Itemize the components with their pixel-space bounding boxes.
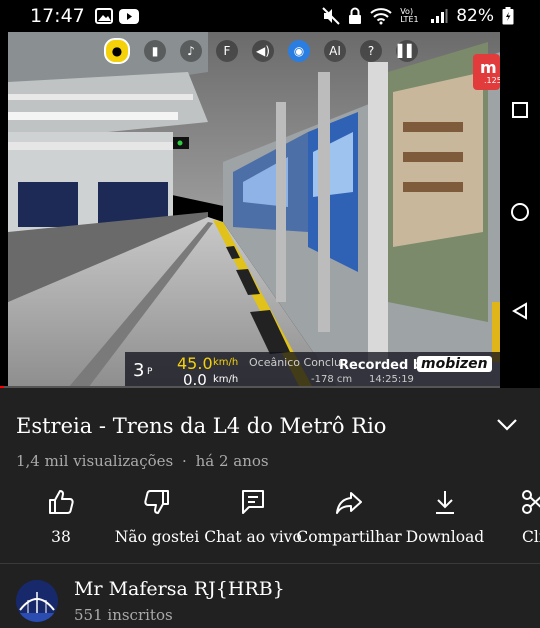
thumbs-up-icon — [49, 490, 74, 514]
hud-camera-button[interactable]: ◉ — [288, 40, 310, 62]
recent-apps-icon[interactable] — [512, 102, 528, 118]
scissors-icon — [522, 490, 540, 514]
thumbs-down-icon — [144, 490, 169, 514]
video-progress-bar[interactable] — [0, 386, 540, 388]
home-icon[interactable] — [510, 202, 530, 222]
status-bar: 17:47 Vo) LTE1 82% — [0, 0, 540, 32]
subscriber-count: 551 inscritos — [74, 606, 173, 624]
chat-label: Chat ao vivo — [204, 528, 302, 546]
lock-icon — [349, 7, 362, 24]
chat-icon — [242, 490, 264, 514]
download-icon — [436, 491, 454, 514]
corner-badge-text: m — [480, 58, 497, 77]
distance-readout: -178 cm — [311, 374, 353, 385]
hud-ai-button[interactable]: AI — [324, 40, 346, 62]
clock-readout: 14:25:19 — [369, 374, 414, 385]
download-label: Download — [405, 528, 485, 546]
hud-bell-icon[interactable]: ♪ — [180, 40, 202, 62]
share-button[interactable]: Compartilhar — [296, 488, 402, 546]
game-hud-toolbar: ● ▮ ♪ F ◀) ◉ AI ? ▌▌ — [104, 38, 418, 64]
section-divider — [0, 563, 540, 564]
corner-badge-sub: .125 — [484, 76, 500, 85]
speed-unit: km/h — [213, 357, 239, 368]
share-label: Compartilhar — [296, 528, 402, 546]
share-icon — [336, 492, 362, 514]
hud-help-button[interactable]: ? — [360, 40, 382, 62]
video-meta: 1,4 mil visualizações · há 2 anos — [16, 452, 269, 470]
hud-phone-button[interactable]: ▮ — [144, 40, 166, 62]
video-player[interactable]: ● ▮ ♪ F ◀) ◉ AI ? ▌▌ m .125 3 P 45.0 km/… — [0, 32, 540, 388]
video-frame: ● ▮ ♪ F ◀) ◉ AI ? ▌▌ m .125 3 P 45.0 km/… — [8, 32, 500, 388]
mute-icon — [322, 7, 340, 25]
action-row: 38 Não gostei Chat ao vivo Compartilhar … — [0, 488, 540, 552]
channel-name[interactable]: Mr Mafersa RJ{HRB} — [74, 578, 285, 600]
battery-percent: 82% — [456, 6, 494, 26]
train-dashboard: 3 P 45.0 km/h 0.0 km/h Oceânico Conclu -… — [125, 352, 500, 388]
view-count: 1,4 mil visualizações — [16, 452, 174, 470]
signal-icon — [431, 9, 448, 23]
hud-pause-button[interactable]: ▌▌ — [396, 40, 418, 62]
station-name: Oceânico Conclu — [249, 356, 341, 369]
clip-label: Cli — [522, 528, 540, 546]
video-title[interactable]: Estreia - Trens da L4 do Metrô Rio — [16, 414, 386, 438]
battery-icon — [502, 7, 514, 25]
speed2-unit: km/h — [213, 374, 239, 385]
status-notification-icons — [94, 8, 139, 24]
clip-button[interactable]: Cli — [520, 488, 540, 546]
back-icon[interactable] — [511, 302, 529, 320]
wifi-icon — [370, 8, 392, 25]
upload-age: há 2 anos — [195, 452, 269, 470]
chat-button[interactable]: Chat ao vivo — [204, 488, 302, 546]
android-nav-bar — [500, 32, 540, 388]
youtube-notification-icon — [118, 8, 139, 24]
mobizen-logo: mobizen — [417, 356, 492, 372]
chevron-down-icon[interactable] — [496, 418, 518, 432]
avatar-bridge-image — [16, 580, 58, 622]
hud-sound-button[interactable]: ◀) — [252, 40, 274, 62]
gallery-icon — [94, 8, 113, 24]
hud-light-button[interactable]: ● — [104, 38, 130, 64]
hud-f-button[interactable]: F — [216, 40, 238, 62]
like-button[interactable]: 38 — [40, 488, 82, 546]
level-value: 3 — [133, 360, 145, 381]
network-label: Vo) LTE1 — [400, 7, 419, 24]
metro-station-scene — [8, 32, 500, 388]
like-count: 38 — [51, 528, 71, 546]
status-time: 17:47 — [30, 5, 85, 27]
dislike-button[interactable]: Não gostei — [114, 488, 200, 546]
level-suffix: P — [147, 367, 153, 377]
dislike-label: Não gostei — [114, 528, 200, 546]
download-button[interactable]: Download — [406, 488, 484, 546]
meta-separator: · — [182, 452, 187, 470]
status-right: Vo) LTE1 82% — [322, 0, 514, 32]
video-progress-fill — [0, 386, 4, 388]
channel-avatar[interactable] — [16, 580, 58, 622]
